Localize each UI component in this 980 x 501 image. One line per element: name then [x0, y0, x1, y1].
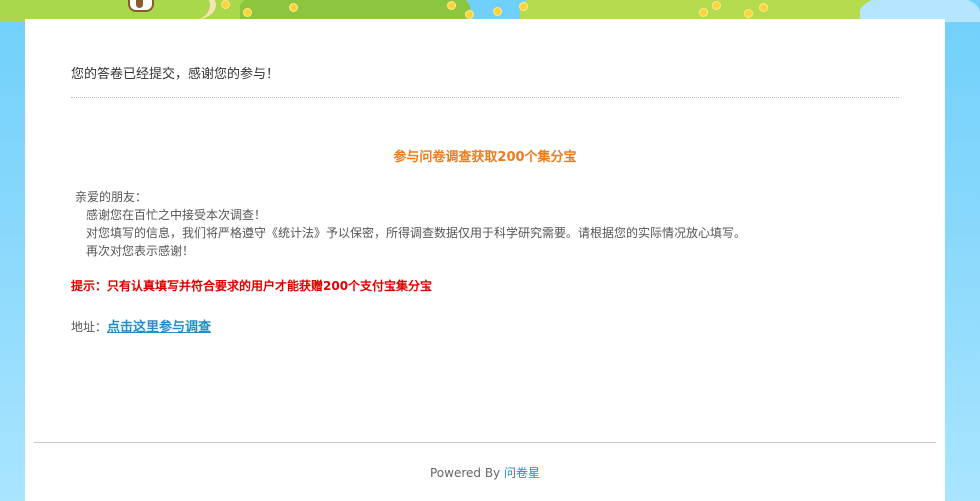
footer-divider	[34, 442, 936, 443]
divider	[71, 97, 899, 98]
flower-icon	[520, 3, 527, 10]
letter-line: 感谢您在百忙之中接受本次调查！	[86, 208, 267, 222]
flower-icon	[745, 10, 752, 17]
join-survey-link[interactable]: 点击这里参与调查	[107, 320, 211, 335]
brand-link[interactable]: 问卷星	[504, 466, 540, 480]
submitted-message: 您的答卷已经提交，感谢您的参与！	[71, 67, 280, 82]
reward-tip: 提示：只有认真填写并符合要求的用户才能获赠200个支付宝集分宝	[71, 279, 433, 293]
survey-address: 地址：点击这里参与调查	[71, 316, 211, 335]
thank-you-letter: 亲爱的朋友： 感谢您在百忙之中接受本次调查！ 对您填写的信息，我们将严格遵守《统…	[71, 188, 911, 260]
flower-icon	[700, 9, 707, 16]
flower-icon	[222, 1, 229, 8]
footer: Powered By 问卷星	[25, 464, 945, 481]
survey-complete-card: 您的答卷已经提交，感谢您的参与！ 参与问卷调查获取200个集分宝 亲爱的朋友： …	[25, 19, 945, 501]
powered-by-text: Powered By	[429, 466, 501, 480]
flower-icon	[448, 2, 455, 9]
letter-greeting: 亲爱的朋友：	[75, 190, 148, 204]
address-label: 地址：	[71, 320, 108, 334]
flower-icon	[244, 9, 251, 16]
flower-icon	[760, 4, 767, 11]
flower-icon	[466, 11, 473, 18]
flower-icon	[290, 4, 297, 11]
flower-icon	[494, 8, 501, 15]
flower-icon	[713, 2, 720, 9]
hut-door	[136, 0, 143, 8]
letter-line: 对您填写的信息，我们将严格遵守《统计法》予以保密，所得调查数据仅用于科学研究需要…	[86, 226, 747, 240]
promo-title: 参与问卷调查获取200个集分宝	[393, 150, 577, 165]
letter-line: 再次对您表示感谢！	[86, 244, 195, 258]
